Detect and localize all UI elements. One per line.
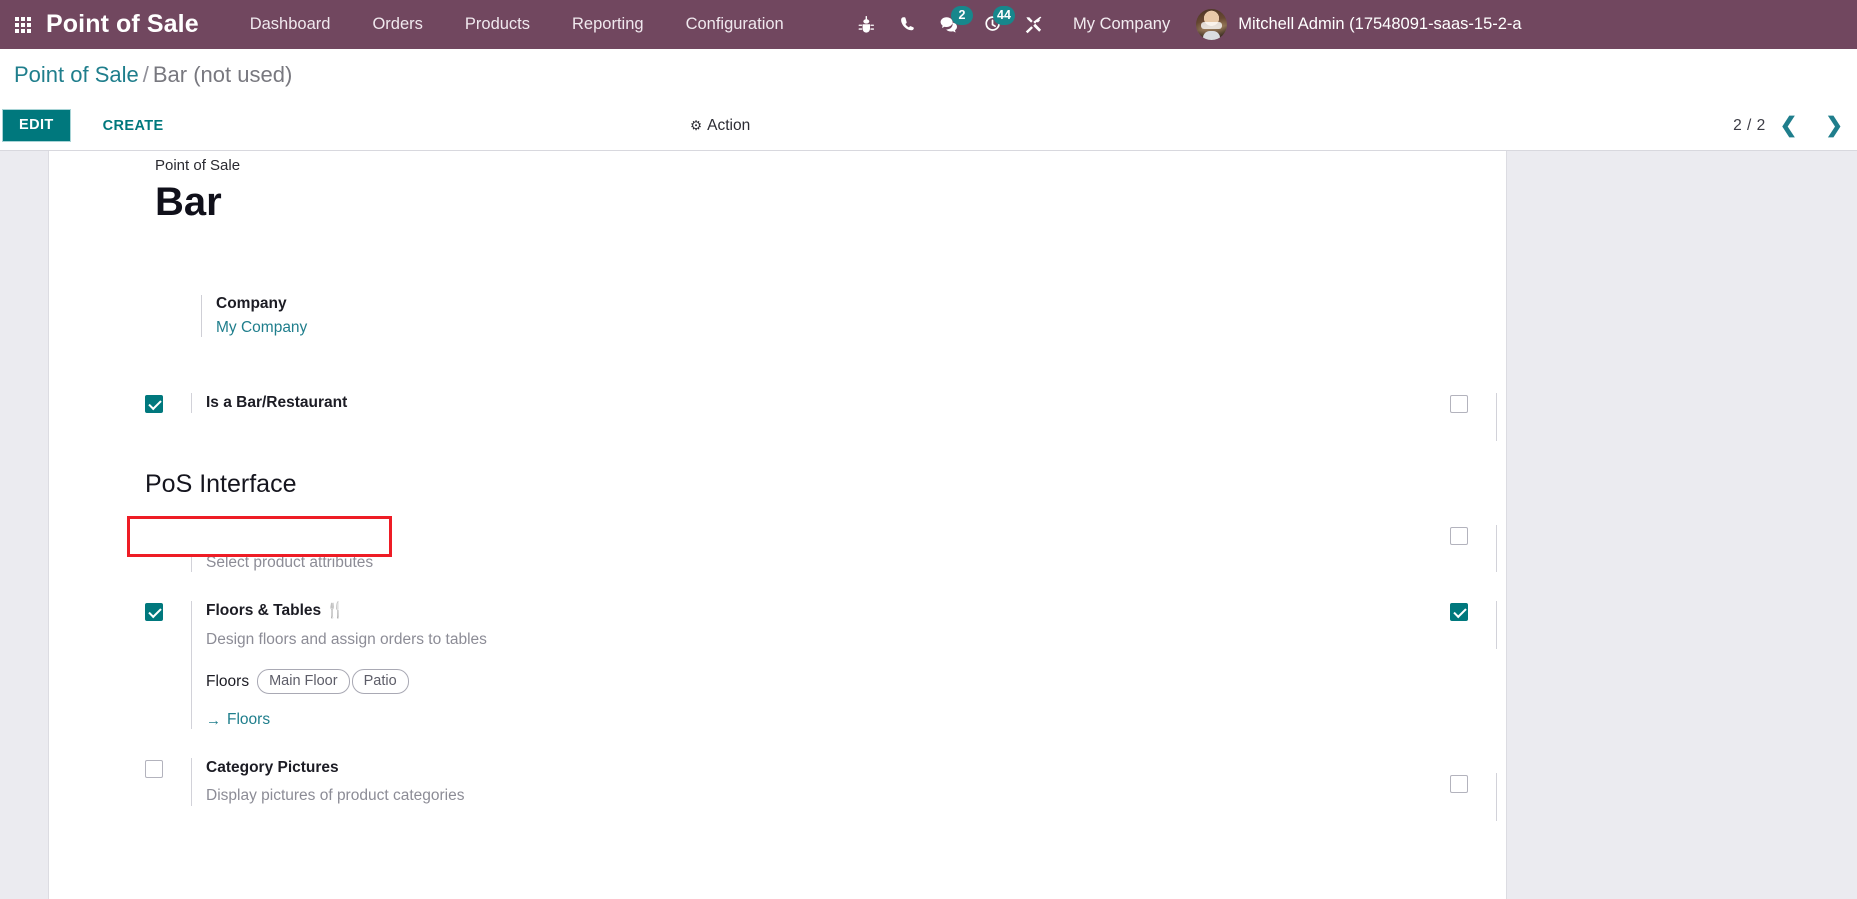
field-company-label: Company bbox=[216, 294, 287, 312]
annotation-highlight-bar-restaurant bbox=[127, 516, 392, 557]
checkbox-customer-notes[interactable] bbox=[1450, 526, 1468, 545]
setting-floors-tables: Floors & Tables 🍴 Design floors and assi… bbox=[145, 601, 748, 730]
phone-icon[interactable] bbox=[887, 0, 929, 49]
checkbox-floors-tables[interactable] bbox=[145, 603, 163, 622]
apps-menu-toggle[interactable] bbox=[0, 0, 46, 49]
avatar bbox=[1196, 9, 1228, 40]
setting-floors-tables-desc: Design floors and assign orders to table… bbox=[206, 630, 487, 648]
menu-item-products[interactable]: Products bbox=[444, 0, 551, 49]
form-sheet: Point of Sale Bar Company My Company Is … bbox=[48, 151, 1507, 899]
form-view-body: Point of Sale Bar Company My Company Is … bbox=[0, 151, 1857, 899]
section-heading-pos-interface: PoS Interface bbox=[145, 469, 297, 498]
record-pager: 2 / 2 ❮ ❯ bbox=[1733, 115, 1857, 136]
field-floors-label: Floors bbox=[206, 672, 250, 690]
setting-floors-tables-label: Floors & Tables bbox=[206, 602, 322, 620]
tag-floor[interactable]: Patio bbox=[351, 669, 409, 695]
action-dropdown-label: Action bbox=[707, 116, 751, 134]
setting-bar-restaurant-label: Is a Bar/Restaurant bbox=[206, 393, 348, 411]
checkbox-bar-restaurant[interactable] bbox=[145, 394, 163, 413]
tools-wrench-icon[interactable] bbox=[1013, 0, 1055, 49]
main-menu: Dashboard Orders Products Reporting Conf… bbox=[229, 0, 805, 49]
edit-button[interactable]: EDIT bbox=[2, 109, 71, 142]
breadcrumb-item-root[interactable]: Point of Sale bbox=[14, 62, 139, 87]
fork-knife-icon: 🍴 bbox=[325, 602, 345, 620]
gear-icon: ⚙ bbox=[690, 117, 703, 133]
checkbox-category-pictures[interactable] bbox=[145, 760, 163, 779]
setting-category-pictures: Category Pictures Display pictures of pr… bbox=[145, 758, 748, 806]
field-floors: Floors Main Floor Patio bbox=[206, 669, 487, 695]
record-subtitle: Point of Sale bbox=[155, 157, 241, 174]
menu-item-orders[interactable]: Orders bbox=[351, 0, 443, 49]
tag-floor[interactable]: Main Floor bbox=[257, 669, 350, 695]
pager-count: 2 / 2 bbox=[1733, 116, 1766, 134]
activities-badge: 44 bbox=[993, 6, 1015, 25]
link-floors-label: Floors bbox=[227, 711, 271, 729]
breadcrumb: Point of Sale / Bar (not used) bbox=[0, 49, 1857, 101]
action-dropdown[interactable]: ⚙ Action bbox=[690, 117, 750, 135]
menu-item-configuration[interactable]: Configuration bbox=[665, 0, 805, 49]
field-company: Company My Company bbox=[201, 294, 521, 337]
bug-icon[interactable] bbox=[845, 0, 887, 49]
checkbox-internal-notes[interactable] bbox=[1450, 603, 1468, 622]
setting-category-pictures-label: Category Pictures bbox=[206, 759, 339, 777]
company-switcher[interactable]: My Company bbox=[1055, 15, 1188, 34]
messages-icon[interactable]: 2 bbox=[929, 0, 973, 49]
settings-group-top: Is a Bar/Restaurant Authorized Employees… bbox=[105, 392, 1498, 470]
menu-item-reporting[interactable]: Reporting bbox=[551, 0, 665, 49]
link-floors[interactable]: → Floors bbox=[206, 711, 270, 729]
app-brand-point-of-sale[interactable]: Point of Sale bbox=[46, 10, 199, 39]
settings-column-right: Authorized Employees Use employee creden… bbox=[748, 392, 1498, 470]
user-menu[interactable]: Mitchell Admin (17548091-saas-15-2-a bbox=[1188, 9, 1522, 40]
grid-apps-icon bbox=[15, 16, 31, 33]
breadcrumb-separator: / bbox=[142, 62, 149, 87]
control-panel: EDIT CREATE ⚙ Action 2 / 2 ❮ ❯ bbox=[0, 101, 1857, 151]
page-title: Bar bbox=[155, 180, 222, 224]
pager-next-icon[interactable]: ❯ bbox=[1811, 115, 1857, 136]
field-company-value[interactable]: My Company bbox=[216, 319, 521, 337]
checkbox-restrict-product-categories[interactable] bbox=[1450, 775, 1468, 794]
setting-bar-restaurant: Is a Bar/Restaurant bbox=[145, 392, 748, 413]
setting-category-pictures-desc: Display pictures of product categories bbox=[206, 787, 465, 805]
user-menu-label: Mitchell Admin (17548091-saas-15-2-a bbox=[1238, 15, 1522, 33]
pager-previous-icon[interactable]: ❮ bbox=[1766, 115, 1812, 136]
settings-column-left: Is a Bar/Restaurant bbox=[105, 392, 748, 470]
checkbox-authorized-employees[interactable] bbox=[1450, 394, 1468, 413]
breadcrumb-item-current: Bar (not used) bbox=[152, 62, 293, 87]
activities-clock-icon[interactable]: 44 bbox=[971, 0, 1015, 49]
navbar-systray: 2 44 My Company Mitchell Admin (17548091… bbox=[845, 0, 1522, 49]
menu-item-dashboard[interactable]: Dashboard bbox=[229, 0, 352, 49]
create-button[interactable]: CREATE bbox=[89, 110, 178, 142]
breadcrumb-text: Point of Sale / Bar (not used) bbox=[14, 62, 292, 88]
messages-badge: 2 bbox=[951, 6, 973, 25]
arrow-right-icon: → bbox=[206, 711, 221, 729]
settings-group-interface: Product Configurator Select product attr… bbox=[105, 524, 1498, 850]
top-navbar: Point of Sale Dashboard Orders Products … bbox=[0, 0, 1857, 49]
